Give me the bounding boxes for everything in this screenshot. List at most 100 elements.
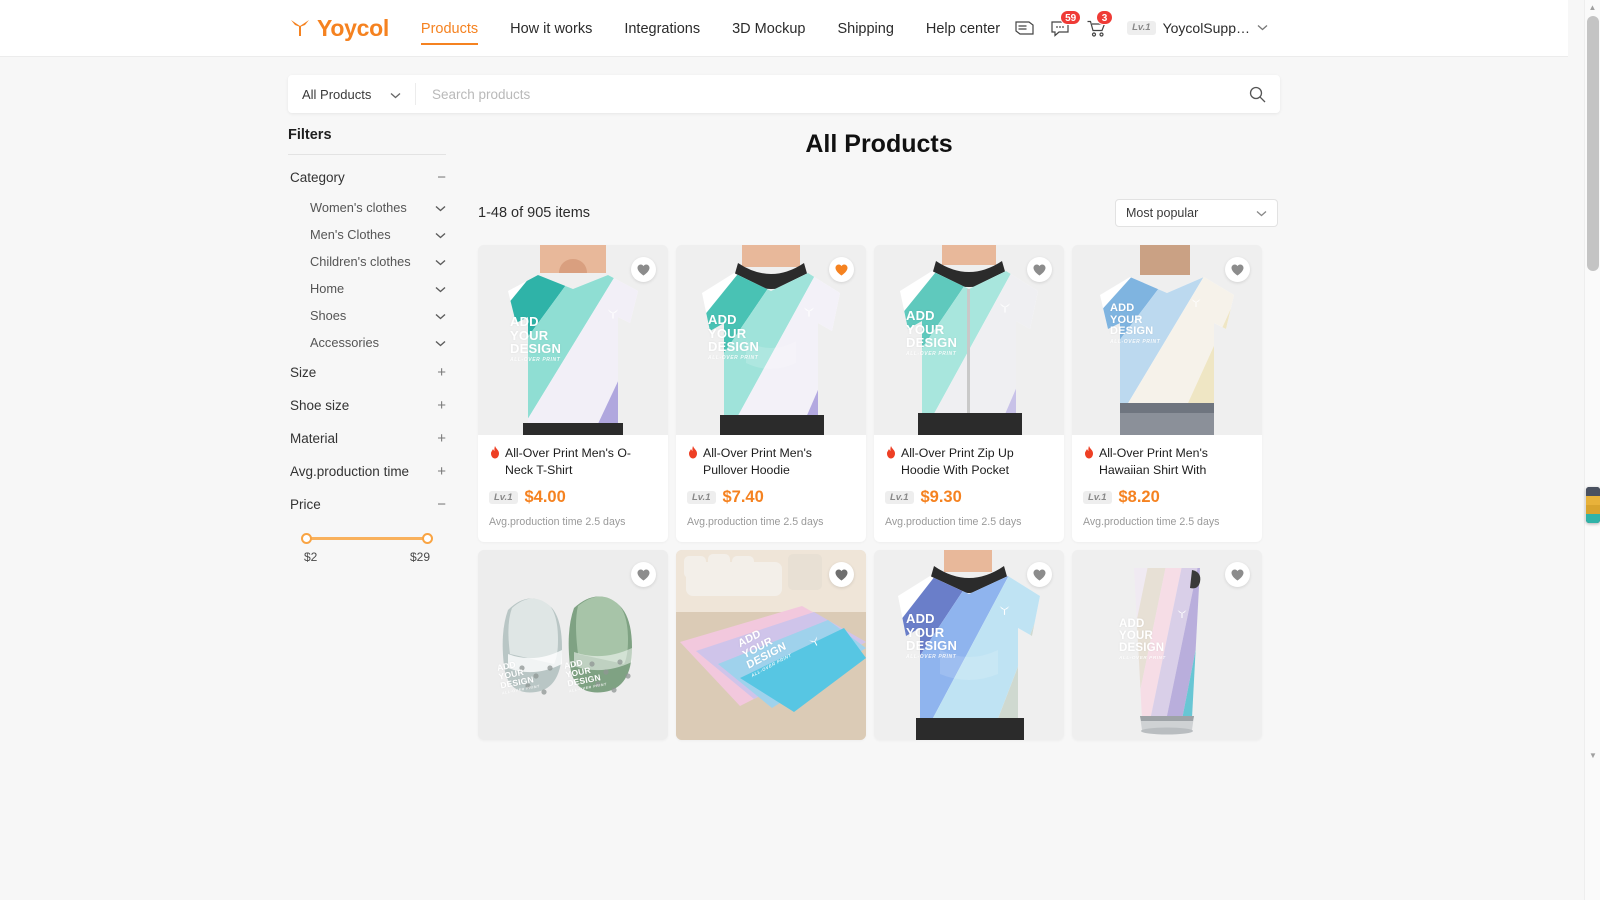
coupon-icon[interactable]: [1013, 17, 1035, 39]
nav-item-integrations[interactable]: Integrations: [624, 3, 700, 54]
favorite-button[interactable]: [631, 257, 656, 282]
product-info: All-Over Print Zip Up Hoodie With Pocket…: [874, 435, 1064, 542]
price-min-label: $2: [304, 550, 318, 564]
nav-item-3d-mockup[interactable]: 3D Mockup: [732, 3, 805, 54]
chevron-down-icon: [435, 200, 446, 215]
sidebar-item-mens-clothes[interactable]: Men's Clothes: [288, 221, 446, 248]
filter-group-label: Category: [290, 170, 345, 185]
product-production-time: Avg.production time 2.5 days: [1083, 516, 1220, 528]
product-image[interactable]: ADD YOUR DESIGN ALL-OVER PRINT: [478, 245, 668, 435]
nav-item-how-it-works[interactable]: How it works: [510, 3, 592, 54]
favorite-button[interactable]: [631, 562, 656, 587]
main-nav: Products How it works Integrations 3D Mo…: [420, 3, 1000, 54]
product-card[interactable]: ADD YOUR DESIGN ALL-OVER PRINT: [874, 550, 1064, 740]
product-price-row: Lv.1 $8.20: [1083, 488, 1251, 507]
product-image[interactable]: ADD YOUR DESIGN ALL-OVER PRINT: [874, 550, 1064, 740]
collapse-toggle-icon: −: [437, 169, 446, 186]
price-labels: $2 $29: [304, 550, 430, 564]
nav-item-help-center[interactable]: Help center: [926, 3, 1000, 54]
logo[interactable]: Yoycol: [288, 15, 389, 42]
product-level-badge: Lv.1: [885, 490, 914, 505]
product-image[interactable]: ADD YOUR DESIGN ALL-OVER PRINT ADD YOUR DESI…: [478, 550, 668, 740]
product-card[interactable]: ADD YOUR DESIGN ALL-OVER PRINT ADD YOUR DESI…: [478, 550, 668, 740]
filters-title: Filters: [288, 127, 332, 143]
product-production-time: Avg.production time 2.5 days: [885, 516, 1022, 528]
nav-item-products[interactable]: Products: [420, 3, 479, 54]
nav-item-shipping[interactable]: Shipping: [837, 3, 893, 54]
message-icon[interactable]: 59: [1049, 10, 1082, 39]
subcategory-label: Shoes: [310, 308, 347, 323]
favorite-button[interactable]: [1027, 257, 1052, 282]
chevron-down-icon: [435, 335, 446, 350]
scrollbar-thumb[interactable]: [1587, 16, 1599, 271]
sidebar-item-home[interactable]: Home: [288, 275, 446, 302]
product-image[interactable]: ADD YOUR DESIGN ALL-OVER PRINT: [676, 550, 866, 740]
product-info: All-Over Print Men's Pullover Hoodie Lv.…: [676, 435, 866, 542]
heart-icon: [1231, 568, 1244, 581]
product-card[interactable]: ADD YOUR DESIGN ALL-OVER PRINT: [676, 245, 866, 542]
product-title-row: All-Over Print Men's Pullover Hoodie: [687, 445, 855, 479]
sidebar-item-shoes[interactable]: Shoes: [288, 302, 446, 329]
filter-group-price[interactable]: Price −: [288, 488, 446, 521]
search-input[interactable]: [416, 86, 1234, 102]
slider-handle-max[interactable]: [422, 532, 433, 544]
flame-icon: [1085, 446, 1093, 459]
user-menu[interactable]: Lv.1 YoycolSupp…: [1127, 20, 1268, 36]
cart-icon[interactable]: 3: [1085, 10, 1114, 39]
page-title: All Products: [805, 130, 953, 158]
flame-icon: [689, 446, 697, 459]
favorite-button[interactable]: [829, 562, 854, 587]
filter-group-size[interactable]: Size +: [288, 356, 446, 389]
product-image[interactable]: ADD YOUR DESIGN ALL-OVER PRINT: [874, 245, 1064, 435]
collapse-toggle-icon: −: [437, 496, 446, 513]
scroll-indicator-widget[interactable]: [1586, 487, 1600, 523]
heart-icon-filled: [835, 263, 848, 276]
product-title: All-Over Print Men's Pullover Hoodie: [703, 446, 812, 477]
heart-icon: [1231, 263, 1244, 276]
product-image[interactable]: ADD YOUR DESIGN ALL-OVER PRINT: [1072, 550, 1262, 740]
product-card[interactable]: ADD YOUR DESIGN ALL-OVER PRINT: [1072, 245, 1262, 542]
product-price-row: Lv.1 $4.00: [489, 488, 657, 507]
price-range-slider[interactable]: $2 $29: [288, 521, 446, 564]
product-card[interactable]: ADD YOUR DESIGN ALL-OVER PRINT: [676, 550, 866, 740]
filter-group-category[interactable]: Category −: [288, 161, 446, 194]
filter-group-material[interactable]: Material +: [288, 422, 446, 455]
main-content: All Products 1-48 of 905 items Most popu…: [454, 127, 1280, 740]
product-title: All-Over Print Zip Up Hoodie With Pocket: [901, 446, 1014, 477]
product-card[interactable]: ADD YOUR DESIGN ALL-OVER PRINT: [478, 245, 668, 542]
product-price: $9.30: [920, 488, 962, 506]
filter-group-shoe-size[interactable]: Shoe size +: [288, 389, 446, 422]
product-title-row: All-Over Print Zip Up Hoodie With Pocket: [885, 445, 1053, 479]
filter-group-label: Avg.production time: [290, 464, 410, 479]
subcategory-label: Accessories: [310, 335, 379, 350]
search-icon[interactable]: [1234, 86, 1280, 103]
product-level-badge: Lv.1: [489, 490, 518, 505]
sidebar-item-accessories[interactable]: Accessories: [288, 329, 446, 356]
product-card[interactable]: ADD YOUR DESIGN ALL-OVER PRINT: [1072, 550, 1262, 740]
scroll-up-arrow-icon[interactable]: ▲: [1585, 0, 1600, 15]
message-badge: 59: [1060, 10, 1082, 25]
favorite-button[interactable]: [829, 257, 854, 282]
favorite-button[interactable]: [1225, 562, 1250, 587]
product-price: $4.00: [524, 488, 566, 506]
product-production-time: Avg.production time 2.5 days: [687, 516, 824, 528]
search-category-select[interactable]: All Products: [288, 83, 416, 105]
favorite-button[interactable]: [1225, 257, 1250, 282]
sidebar-item-womens-clothes[interactable]: Women's clothes: [288, 194, 446, 221]
page-scrollbar[interactable]: ▲ ▼: [1584, 0, 1600, 900]
slider-handle-min[interactable]: [301, 532, 312, 544]
product-info: All-Over Print Men's Hawaiian Shirt With…: [1072, 435, 1262, 542]
product-card[interactable]: ADD YOUR DESIGN ALL-OVER PRINT: [874, 245, 1064, 542]
sidebar-item-childrens-clothes[interactable]: Children's clothes: [288, 248, 446, 275]
filter-group-avg-production-time[interactable]: Avg.production time +: [288, 455, 446, 488]
favorite-button[interactable]: [1027, 562, 1052, 587]
site-header: Yoycol Products How it works Integration…: [0, 0, 1568, 57]
sort-dropdown[interactable]: Most popular: [1115, 199, 1278, 227]
chevron-down-icon: [435, 281, 446, 296]
results-count: 1-48 of 905 items: [478, 205, 591, 221]
product-image[interactable]: ADD YOUR DESIGN ALL-OVER PRINT: [1072, 245, 1262, 435]
product-image[interactable]: ADD YOUR DESIGN ALL-OVER PRINT: [676, 245, 866, 435]
user-level-badge: Lv.1: [1127, 21, 1156, 35]
scroll-down-arrow-icon[interactable]: ▼: [1585, 751, 1600, 760]
heart-icon: [637, 568, 650, 581]
